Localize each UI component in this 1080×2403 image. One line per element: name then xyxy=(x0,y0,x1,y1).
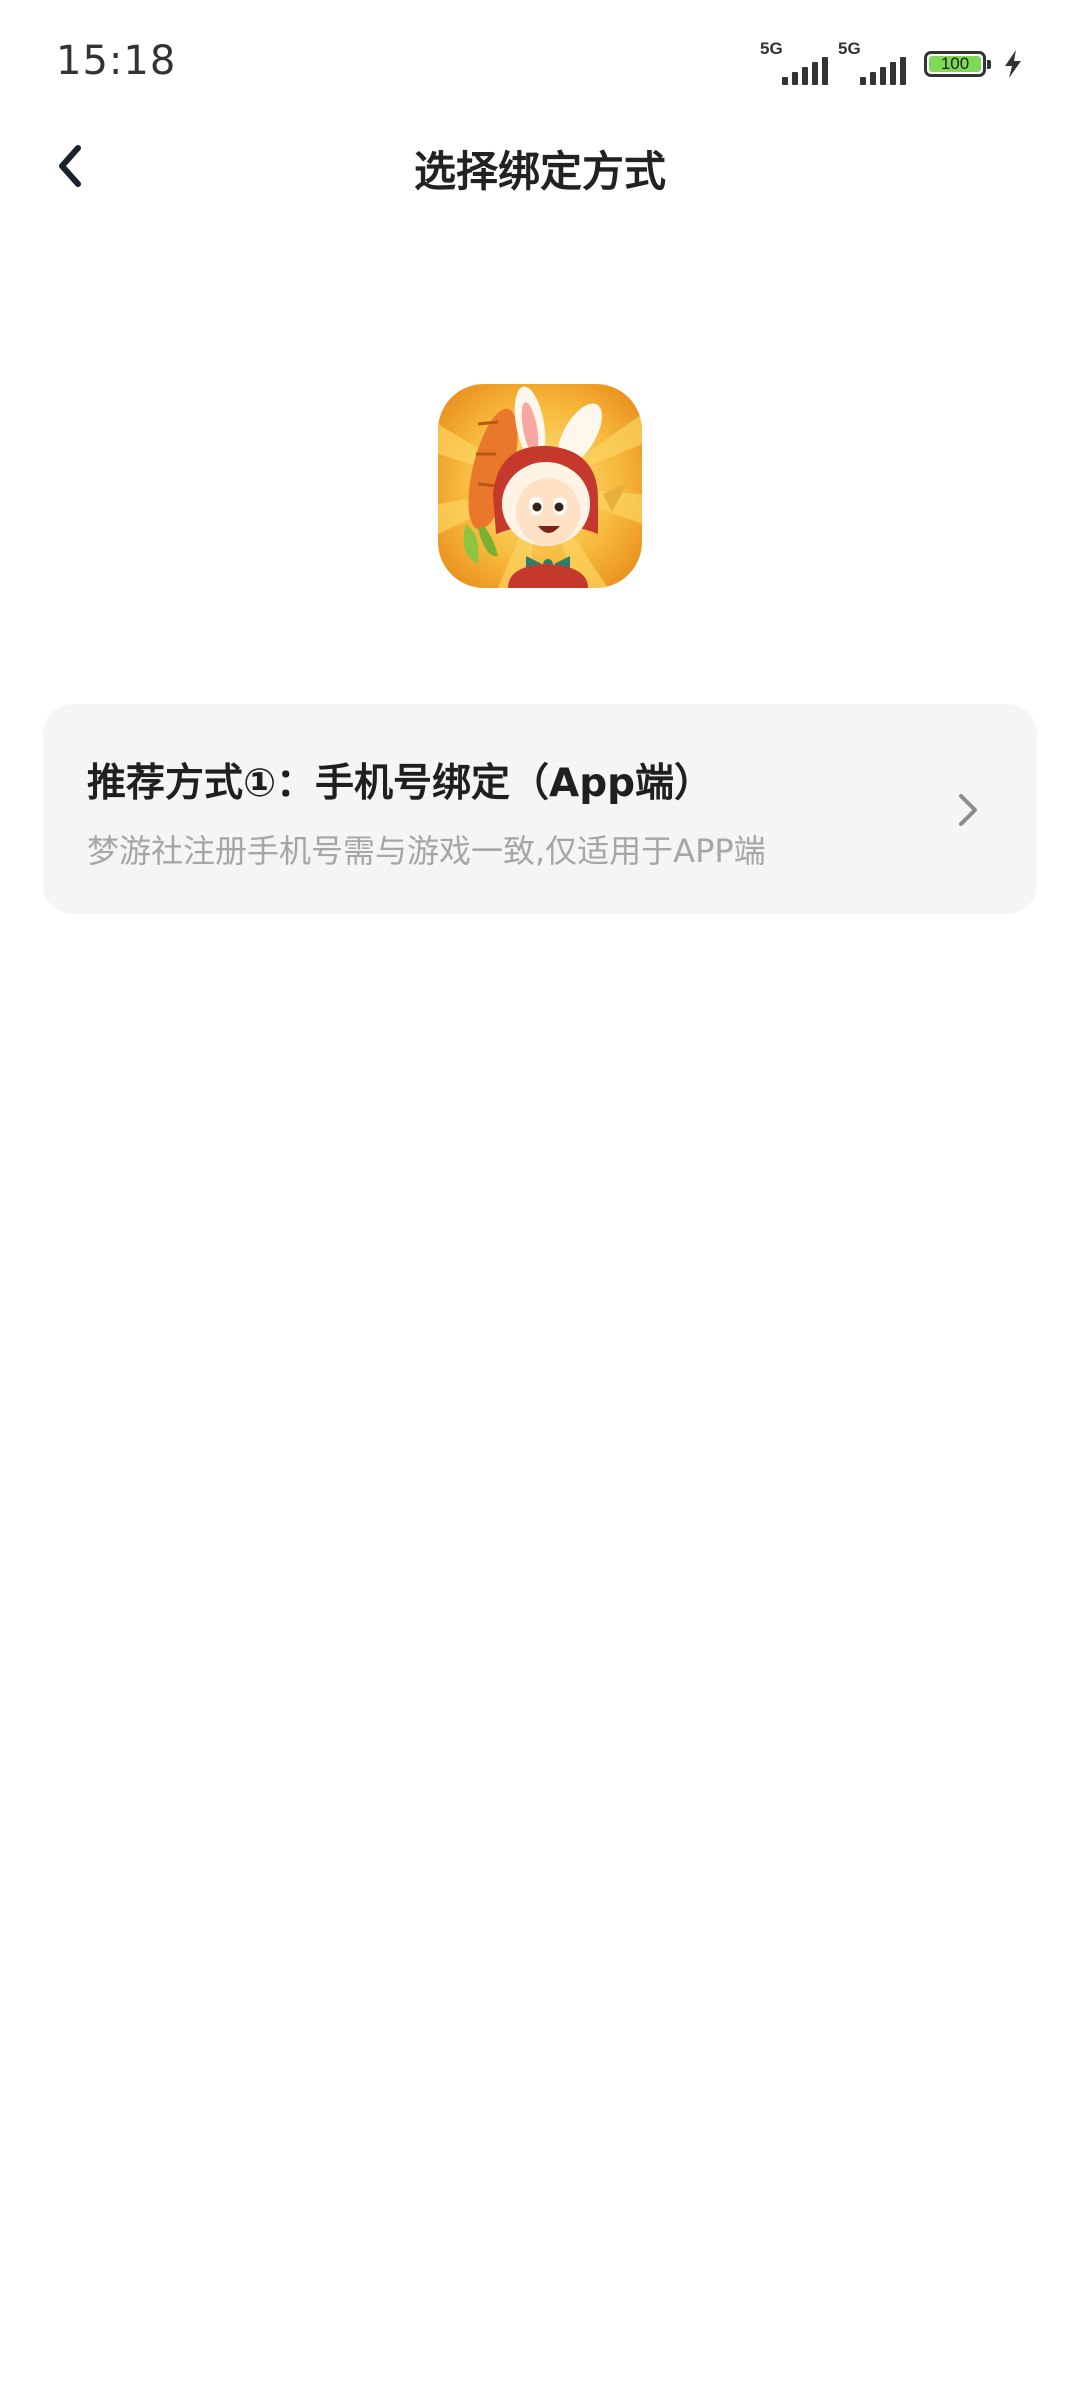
signal-icon: 5G xyxy=(760,39,828,85)
page-title: 选择绑定方式 xyxy=(413,147,666,196)
signal-icon: 5G xyxy=(838,39,906,85)
status-bar: 15:18 5G 5G 100 xyxy=(0,0,1080,130)
status-time: 15:18 xyxy=(56,38,177,84)
nav-bar: 选择绑定方式 xyxy=(0,120,1080,210)
chevron-right-icon xyxy=(959,794,977,826)
charging-bolt-icon xyxy=(1005,50,1021,78)
game-app-icon xyxy=(438,384,642,588)
battery-icon: 100 xyxy=(924,51,991,77)
phone-binding-option[interactable]: 推荐方式①：手机号绑定（App端） 梦游社注册手机号需与游戏一致,仅适用于APP… xyxy=(43,704,1037,914)
option-description: 梦游社注册手机号需与游戏一致,仅适用于APP端 xyxy=(87,832,766,870)
battery-level: 100 xyxy=(929,54,981,73)
signal-bars xyxy=(782,57,828,85)
signal-tech-label: 5G xyxy=(838,39,861,58)
signal-tech-label: 5G xyxy=(760,39,783,58)
option-title: 推荐方式①：手机号绑定（App端） xyxy=(87,761,714,806)
status-icons: 5G 5G 100 xyxy=(760,39,1024,85)
signal-bars xyxy=(860,57,906,85)
